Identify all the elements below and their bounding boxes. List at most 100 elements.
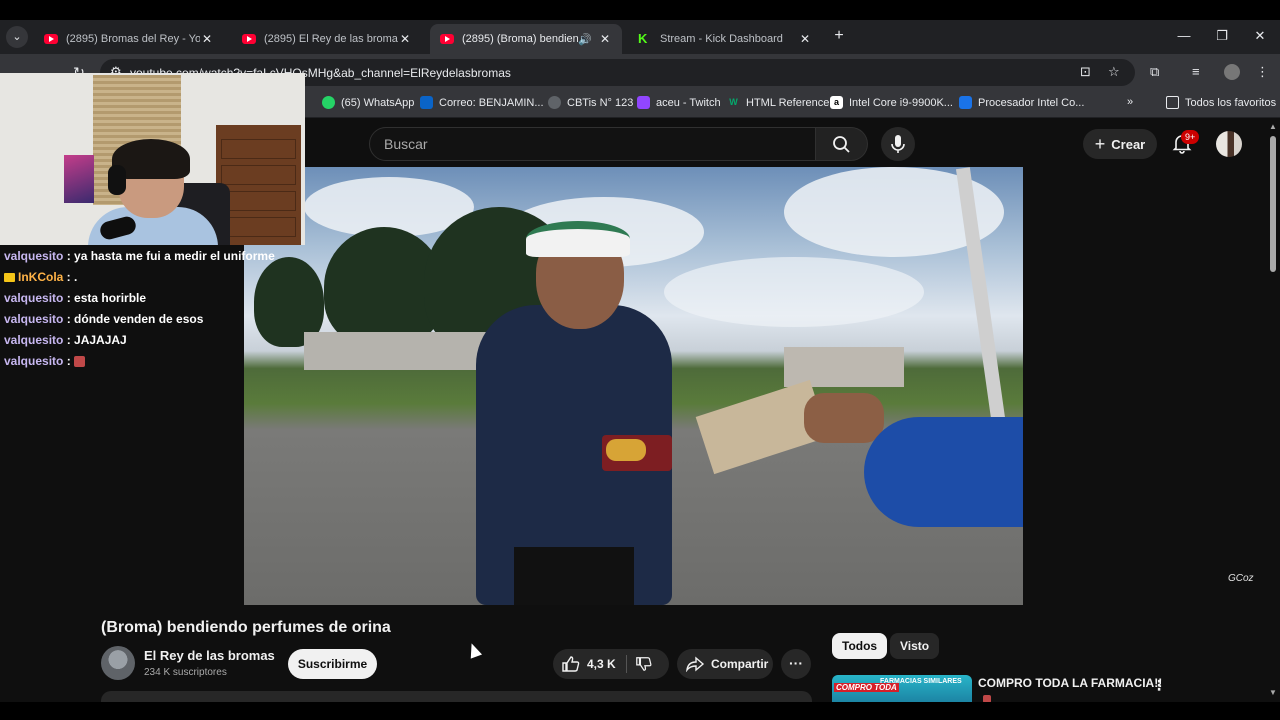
bookmark-procesador-intel[interactable]: Procesador Intel Co...: [959, 96, 1084, 109]
voice-search-button[interactable]: [881, 127, 915, 161]
like-divider: [626, 655, 627, 673]
thumbs-down-icon[interactable]: [635, 655, 653, 673]
tab-title: Stream - Kick Dashboard: [660, 33, 783, 45]
screen-top-border: [0, 0, 1280, 20]
tab-search-button[interactable]: ⌄: [6, 26, 28, 48]
profile-avatar-icon[interactable]: [1224, 64, 1240, 80]
bookmark-label: HTML Reference: [746, 96, 830, 109]
tab-bromas-del-rey[interactable]: (2895) Bromas del Rey - YouTube ✕: [34, 24, 224, 54]
bookmark-star-icon[interactable]: ☆: [1108, 64, 1120, 80]
chip-todos[interactable]: Todos: [832, 633, 888, 659]
w3-icon: W: [729, 97, 738, 107]
recommended-thumbnail[interactable]: FARMACIAS SIMILARES COMPRO TODA: [832, 675, 972, 705]
share-button[interactable]: Compartir: [677, 649, 773, 679]
youtube-icon: [44, 34, 58, 44]
recommended-menu-icon[interactable]: ⋮: [1152, 677, 1166, 694]
bookmark-label: Intel Core i9-9900K...: [849, 96, 953, 109]
webcam-headset: [108, 165, 126, 195]
menu-kebab-icon[interactable]: ⋮: [1256, 64, 1269, 80]
search-icon: [833, 136, 850, 153]
chat-text: JAJAJAJ: [74, 333, 127, 347]
recommended-title[interactable]: COMPRO TODA LA FARMACIA!!: [978, 676, 1162, 690]
minimize-button[interactable]: —: [1176, 26, 1192, 46]
new-tab-button[interactable]: +: [830, 26, 848, 46]
scrollbar-thumb[interactable]: [1270, 136, 1276, 272]
search-input[interactable]: [370, 128, 815, 160]
scroll-up-icon[interactable]: ▲: [1269, 122, 1277, 131]
share-icon: [686, 656, 705, 672]
tab-kick-dashboard[interactable]: K Stream - Kick Dashboard ✕: [628, 24, 822, 54]
chat-username: InKCola: [18, 270, 64, 284]
bookmark-intel-core[interactable]: a Intel Core i9-9900K...: [830, 96, 953, 109]
chat-text: esta horirble: [74, 291, 147, 305]
like-count: 4,3 K: [587, 657, 616, 671]
chat-username: valquesito: [4, 249, 64, 263]
kick-icon: K: [638, 31, 648, 46]
speaker-icon[interactable]: 🔊: [578, 33, 592, 46]
chat-text: ya hasta me fui a medir el uniforme: [74, 249, 275, 263]
all-bookmarks-folder[interactable]: Todos los favoritos: [1166, 96, 1276, 109]
search-button[interactable]: [816, 127, 868, 161]
video-perfume-bottle: [606, 439, 646, 461]
restore-button[interactable]: ❐: [1214, 26, 1230, 46]
video-scene-building: [784, 347, 904, 387]
chat-username: valquesito: [4, 291, 64, 305]
bookmarks-overflow-button[interactable]: »: [1127, 96, 1133, 108]
close-icon[interactable]: ✕: [598, 32, 612, 46]
page-scrollbar[interactable]: ▲ ▼: [1268, 122, 1278, 702]
mouse-cursor-icon: [465, 641, 483, 659]
tab-active-video[interactable]: (2895) (Broma) bendiendo perfumes de ori…: [430, 24, 622, 54]
close-icon[interactable]: ✕: [798, 32, 812, 46]
bookmark-correo[interactable]: Correo: BENJAMIN...: [420, 96, 544, 109]
bookmark-label: Correo: BENJAMIN...: [439, 96, 544, 109]
bookmark-label: (65) WhatsApp: [341, 96, 415, 109]
bookmark-label: Todos los favoritos: [1185, 96, 1277, 109]
bookmark-label: Procesador Intel Co...: [978, 96, 1085, 109]
chat-message: valquesito :: [4, 351, 304, 372]
chat-message: valquesito : esta horirble: [4, 291, 147, 305]
chip-visto[interactable]: Visto: [890, 633, 940, 659]
extensions-icon[interactable]: ⧉: [1150, 64, 1159, 80]
webcam-drawer: [221, 139, 296, 159]
chat-username: valquesito: [4, 333, 64, 347]
globe-icon: [548, 96, 561, 109]
chat-username: valquesito: [4, 354, 64, 368]
subscriber-count: 234 K suscriptores: [144, 667, 227, 678]
chat-message: InKCola : .: [4, 267, 304, 288]
tab-title: (2895) Bromas del Rey - YouTube: [66, 33, 200, 45]
chat-text: dónde venden de esos: [74, 312, 204, 326]
bookmark-label: aceu - Twitch: [656, 96, 721, 109]
screen-bottom-border: [0, 702, 1280, 720]
media-control-icon[interactable]: ≡: [1192, 64, 1200, 79]
user-avatar[interactable]: [1216, 131, 1242, 157]
window-close-button[interactable]: ✕: [1252, 26, 1268, 46]
video-blue-sleeve: [864, 417, 1023, 527]
like-button[interactable]: 4,3 K: [561, 649, 625, 679]
create-button[interactable]: + Crear: [1083, 129, 1157, 159]
thumbs-up-icon: [562, 656, 580, 672]
channel-avatar[interactable]: [101, 646, 135, 680]
scroll-down-icon[interactable]: ▼: [1269, 688, 1277, 697]
video-player[interactable]: [244, 167, 1023, 605]
close-icon[interactable]: ✕: [398, 32, 412, 46]
chat-emote-icon: [74, 356, 86, 367]
chat-message: valquesito : dónde venden de esos: [4, 312, 204, 326]
search-box[interactable]: [369, 127, 816, 161]
bookmark-twitch[interactable]: aceu - Twitch: [637, 96, 721, 109]
subscribe-button[interactable]: Suscribirme: [288, 649, 377, 679]
chat-message: valquesito : ya hasta me fui a medir el …: [4, 249, 275, 263]
bookmark-html-reference[interactable]: W HTML Reference: [727, 96, 829, 109]
video-watermark: GCoz: [1228, 573, 1254, 584]
bookmark-cbtis[interactable]: CBTis N° 123: [548, 96, 633, 109]
more-actions-button[interactable]: ···: [781, 649, 811, 679]
streamer-webcam: [0, 73, 305, 245]
share-label: Compartir: [711, 657, 769, 671]
thumbnail-text: COMPRO TODA: [834, 683, 899, 692]
video-person-cap: [526, 221, 630, 257]
tab-el-rey-de-las-bromas[interactable]: (2895) El Rey de las bromas - YouTube ✕: [232, 24, 422, 54]
video-title: (Broma) bendiendo perfumes de orina: [101, 619, 391, 636]
bookmark-whatsapp[interactable]: (65) WhatsApp: [322, 96, 414, 109]
close-icon[interactable]: ✕: [200, 32, 214, 46]
install-app-icon[interactable]: ⊡: [1080, 64, 1091, 80]
channel-name-link[interactable]: El Rey de las bromas: [144, 648, 275, 663]
